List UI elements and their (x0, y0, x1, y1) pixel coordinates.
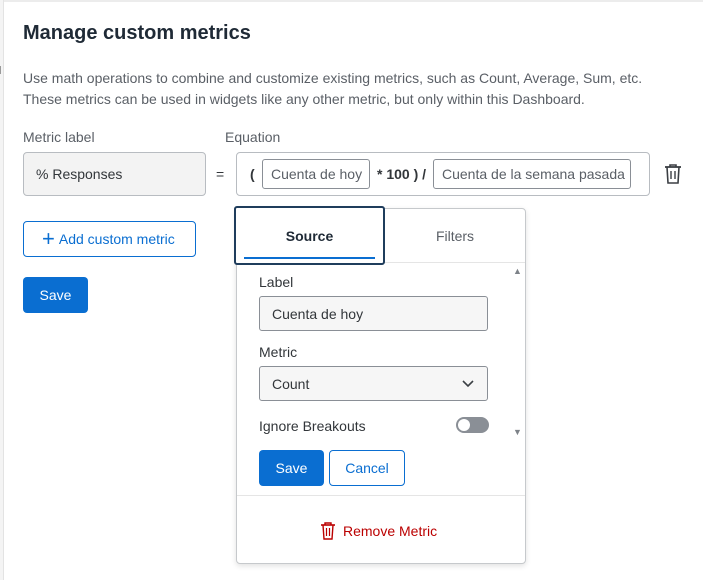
equals-sign: = (216, 166, 225, 182)
metric-label-input[interactable] (23, 152, 206, 196)
chevron-down-icon (462, 379, 474, 387)
label-heading: Label (259, 274, 294, 290)
ignore-breakouts-label: Ignore Breakouts (259, 418, 366, 434)
toggle-knob (458, 419, 470, 431)
remove-metric-label: Remove Metric (343, 523, 438, 539)
description-line-2: These metrics can be used in widgets lik… (23, 91, 585, 107)
active-tab-indicator (244, 257, 375, 259)
tab-source-label: Source (285, 227, 334, 244)
left-panel-edge (0, 0, 4, 580)
edge-mark (0, 66, 3, 74)
popover-save-button[interactable]: Save (259, 450, 324, 486)
delete-metric-button[interactable] (662, 162, 684, 186)
equation-token-today[interactable]: Cuenta de hoy (262, 159, 370, 189)
popover-divider (237, 495, 525, 496)
remove-metric-button[interactable]: Remove Metric (319, 520, 437, 542)
plus-icon: + (42, 226, 55, 251)
open-paren: ( (250, 166, 255, 182)
equation-box[interactable]: ( Cuenta de hoy * 100 ) / Cuenta de la s… (236, 152, 650, 196)
metric-select[interactable]: Count (259, 366, 488, 401)
popover-tabs: Source Filters (234, 206, 525, 265)
tab-filters[interactable]: Filters (385, 209, 525, 263)
trash-icon (321, 522, 335, 540)
metric-heading: Metric (259, 344, 298, 360)
equation-token-last-week[interactable]: Cuenta de la semana pasada (433, 159, 631, 189)
popover-cancel-button[interactable]: Cancel (329, 450, 405, 486)
page-title: Manage custom metrics (23, 22, 251, 44)
label-input[interactable] (259, 296, 488, 331)
top-rule (4, 0, 703, 2)
equation-heading: Equation (225, 129, 281, 145)
scroll-down-icon[interactable]: ▼ (513, 427, 522, 437)
metric-select-value: Count (272, 375, 310, 392)
tab-source[interactable]: Source (234, 206, 385, 265)
trash-icon (665, 164, 681, 184)
equation-operator: * 100 ) / (377, 166, 427, 182)
ignore-breakouts-toggle[interactable] (456, 417, 489, 433)
metric-source-popover: Source Filters ▲ ▼ Label Metric Count Ig… (234, 206, 526, 564)
add-custom-metric-label: Add custom metric (58, 231, 175, 247)
save-button[interactable]: Save (23, 277, 88, 313)
add-custom-metric-button[interactable]: + Add custom metric (23, 221, 196, 257)
page-description: Use math operations to combine and custo… (23, 68, 683, 110)
scroll-up-icon[interactable]: ▲ (513, 266, 522, 276)
metric-label-heading: Metric label (23, 129, 95, 145)
description-line-1: Use math operations to combine and custo… (23, 70, 643, 86)
